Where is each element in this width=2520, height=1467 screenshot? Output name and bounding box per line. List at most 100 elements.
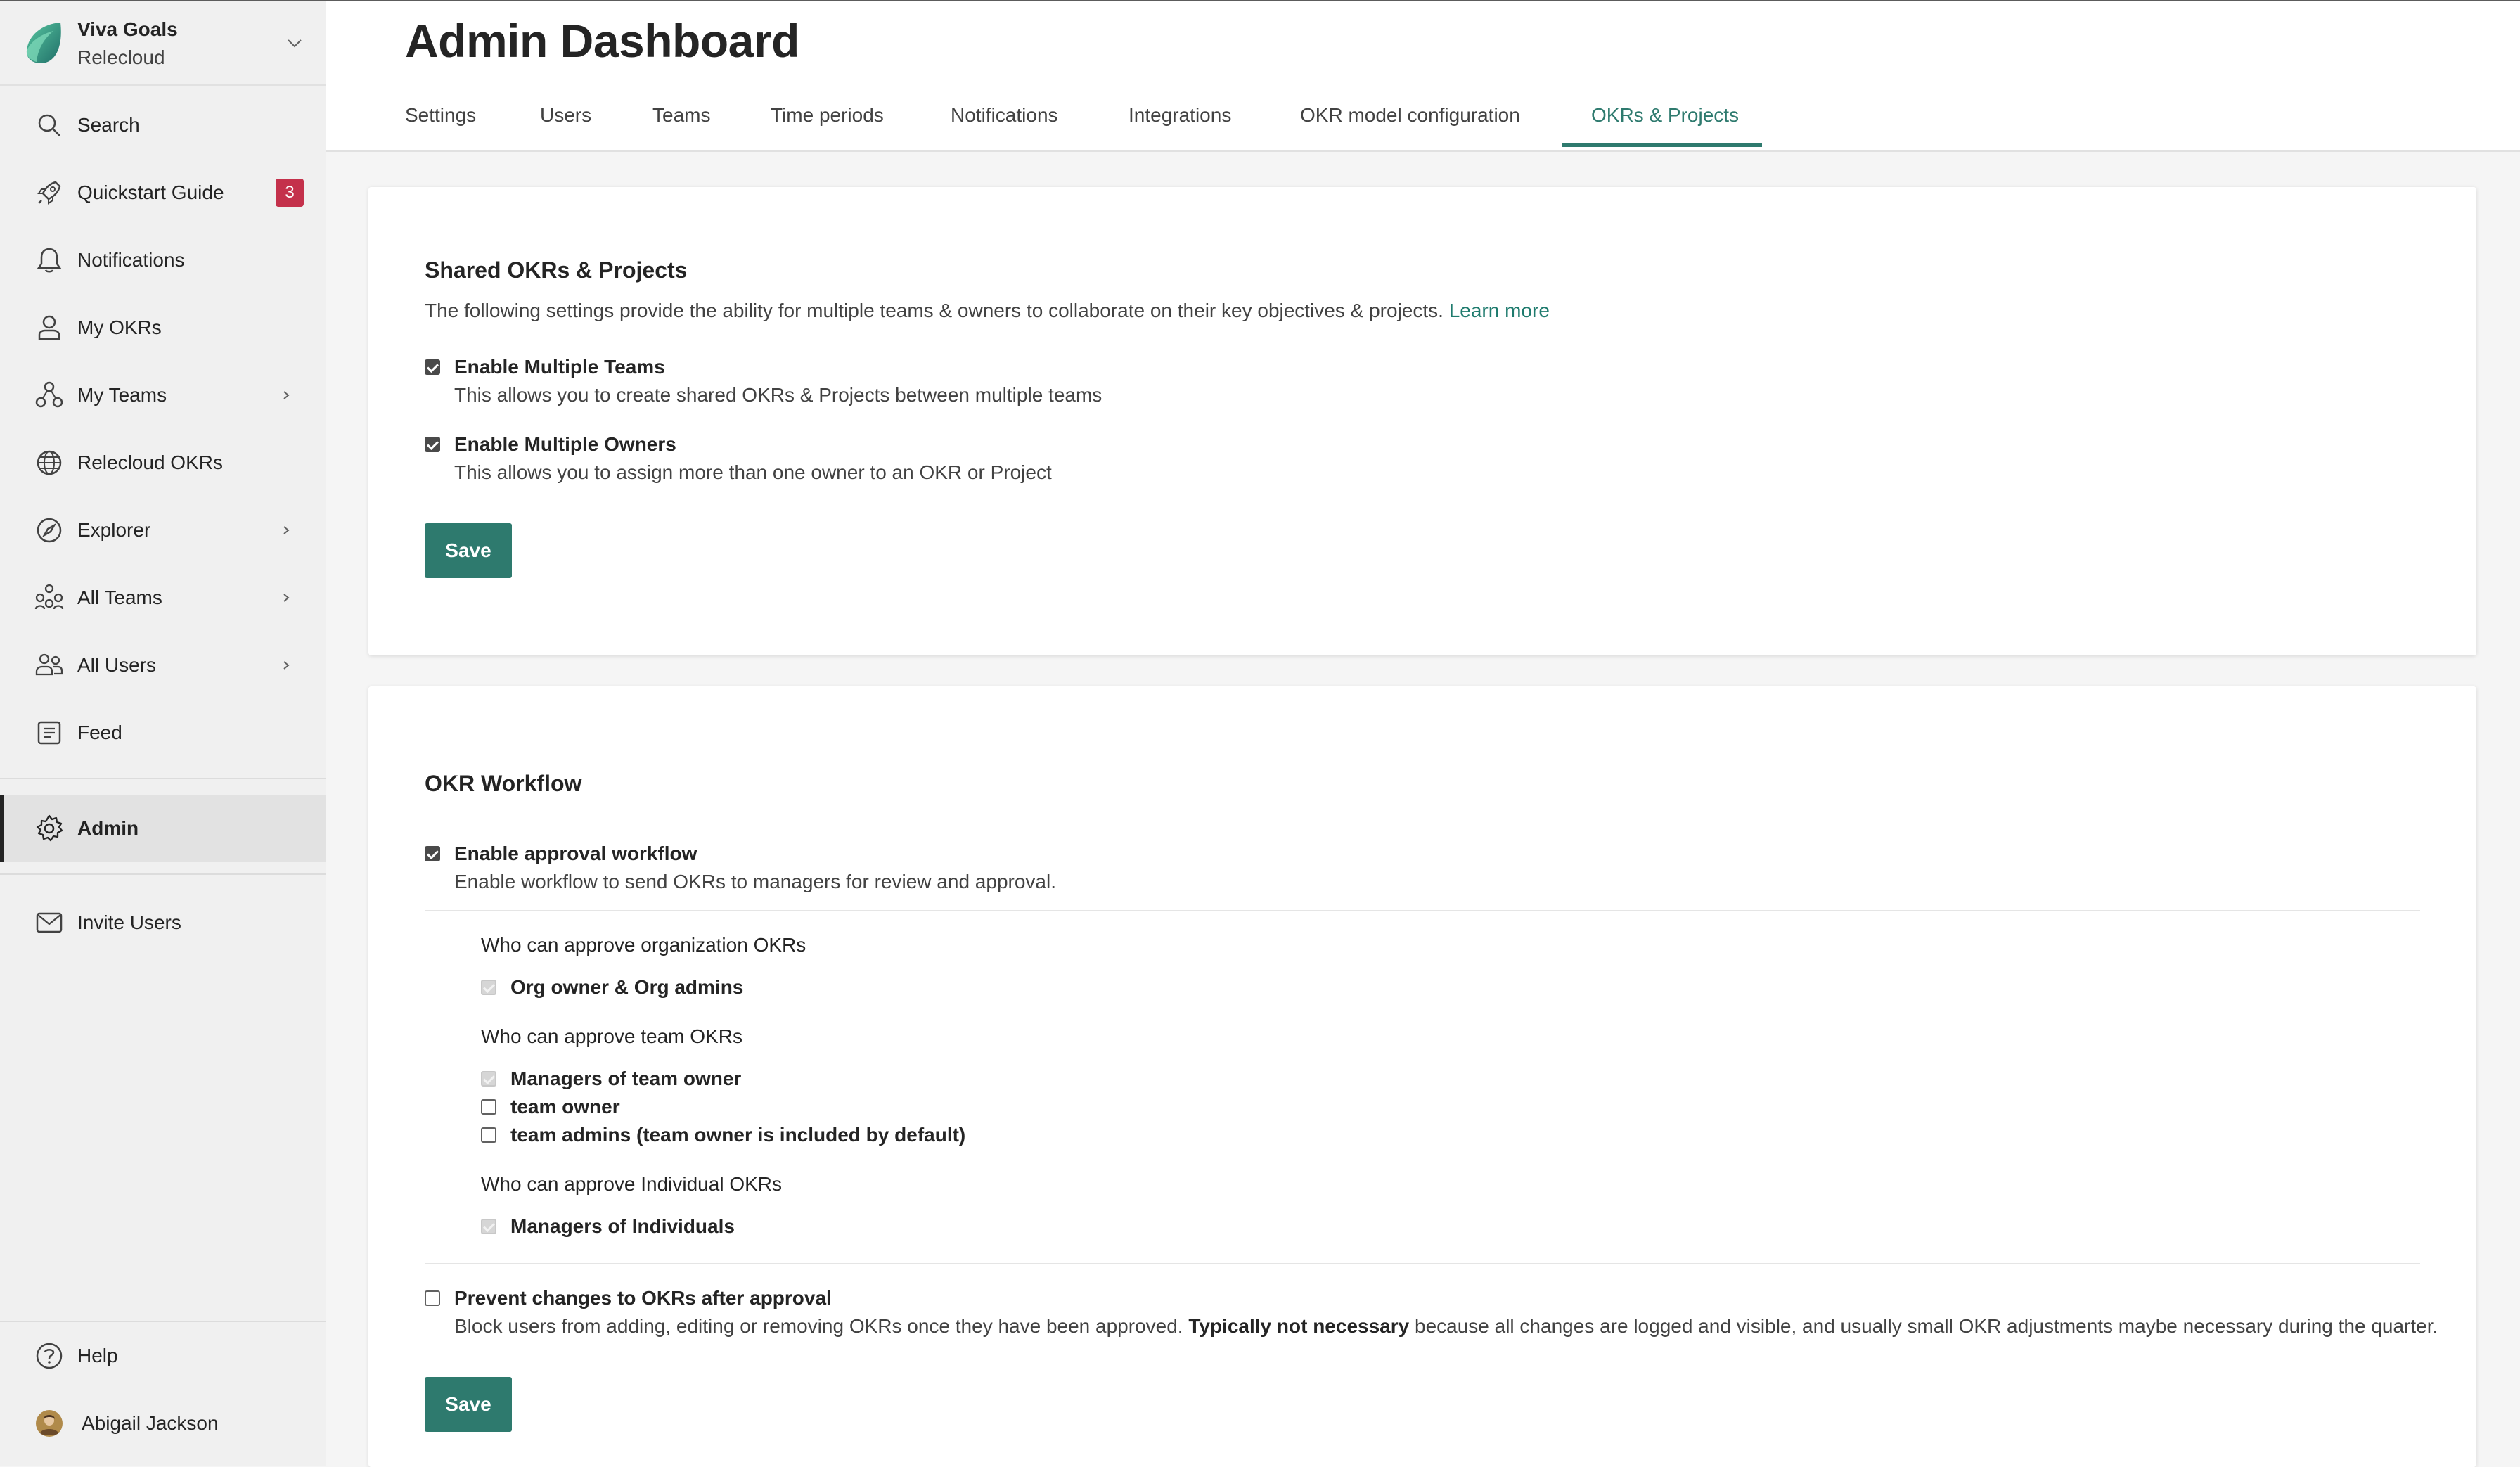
sidebar-item-relecloud-okrs[interactable]: Relecloud OKRs [0,429,326,497]
section-description: The following settings provide the abili… [425,300,1550,321]
sidebar-item-my-teams[interactable]: My Teams [0,361,326,429]
sidebar: Viva Goals Relecloud Search Quickstart G… [0,1,326,1466]
rocket-icon [34,177,65,208]
active-indicator [0,795,4,862]
team-owner-label[interactable]: team owner [510,1096,620,1118]
sidebar-item-my-okrs[interactable]: My OKRs [0,294,326,361]
bell-icon [34,245,65,276]
sidebar-item-label: Admin [77,817,139,839]
sidebar-item-search[interactable]: Search [0,91,326,159]
sidebar-item-label: Notifications [77,249,185,271]
chevron-right-icon[interactable] [278,523,294,538]
org-okrs-approver-heading: Who can approve organization OKRs [481,934,806,956]
sidebar-item-label: Invite Users [77,911,181,933]
team-owner-checkbox[interactable] [481,1099,496,1115]
save-button[interactable]: Save [425,523,512,578]
sidebar-item-invite-users[interactable]: Invite Users [0,889,326,956]
sidebar-item-label: Relecloud OKRs [77,451,223,473]
sidebar-item-label: All Teams [77,587,162,608]
individual-okrs-approver-heading: Who can approve Individual OKRs [481,1173,782,1195]
sidebar-item-label: Feed [77,722,122,743]
tab-integrations[interactable]: Integrations [1129,104,1231,146]
sidebar-divider [0,778,326,779]
app-switcher[interactable]: Viva Goals Relecloud [0,1,326,86]
people-team-icon [34,582,65,613]
search-icon [34,110,65,141]
compass-icon [34,515,65,546]
sidebar-item-label: All Users [77,654,157,676]
sidebar-item-notifications[interactable]: Notifications [0,226,326,294]
globe-icon [34,447,65,478]
sidebar-item-label: My Teams [77,384,167,406]
section-divider [425,1263,2420,1264]
sidebar-item-all-teams[interactable]: All Teams [0,564,326,632]
quickstart-count-badge: 3 [276,179,304,207]
page-header: Admin Dashboard Settings Users Teams Tim… [326,1,2520,152]
sidebar-item-feed[interactable]: Feed [0,699,326,767]
avatar [34,1408,65,1439]
chevron-down-icon[interactable] [284,32,305,53]
sidebar-item-admin[interactable]: Admin [0,795,326,862]
enable-approval-workflow-label[interactable]: Enable approval workflow [454,843,697,865]
tab-okr-model-configuration[interactable]: OKR model configuration [1300,104,1520,146]
managers-of-team-owner-label: Managers of team owner [510,1068,742,1089]
org-name: Relecloud [77,46,165,68]
sidebar-item-label: Explorer [77,519,151,541]
section-title: Shared OKRs & Projects [425,257,688,283]
page-title: Admin Dashboard [405,15,799,67]
sidebar-item-all-users[interactable]: All Users [0,632,326,699]
section-title: OKR Workflow [425,771,582,796]
user-profile[interactable]: Abigail Jackson [0,1390,326,1457]
prevent-changes-checkbox[interactable] [425,1290,440,1306]
tab-time-periods[interactable]: Time periods [771,104,884,146]
enable-multiple-owners-label[interactable]: Enable Multiple Owners [454,433,676,456]
feed-icon [34,717,65,748]
enable-multiple-teams-checkbox[interactable] [425,359,440,375]
org-owner-admins-label: Org owner & Org admins [510,976,744,998]
person-icon [34,312,65,343]
team-admins-label[interactable]: team admins (team owner is included by d… [510,1124,965,1146]
okr-workflow-card: OKR Workflow Enable approval workflow En… [368,686,2476,1467]
team-admins-checkbox[interactable] [481,1127,496,1143]
section-divider [425,910,2420,911]
enable-multiple-teams-label[interactable]: Enable Multiple Teams [454,356,665,378]
tab-okrs-projects[interactable]: OKRs & Projects [1591,104,1739,146]
managers-of-individuals-label: Managers of Individuals [510,1215,735,1237]
chevron-right-icon[interactable] [278,658,294,673]
tab-settings[interactable]: Settings [405,104,476,146]
prevent-changes-help: Block users from adding, editing or remo… [454,1315,2438,1337]
save-button[interactable]: Save [425,1377,512,1432]
sidebar-item-label: Search [77,114,140,136]
help-label: Help [77,1345,118,1366]
enable-multiple-owners-help: This allows you to assign more than one … [454,461,1052,483]
prevent-changes-label[interactable]: Prevent changes to OKRs after approval [454,1287,832,1309]
tab-notifications[interactable]: Notifications [951,104,1058,146]
viva-goals-logo-icon [26,23,61,63]
sidebar-item-explorer[interactable]: Explorer [0,497,326,564]
mail-icon [34,907,65,938]
sidebar-item-label: My OKRs [77,316,162,338]
shared-okrs-card: Shared OKRs & Projects The following set… [368,187,2476,655]
sidebar-item-quickstart-guide[interactable]: Quickstart Guide 3 [0,159,326,226]
user-name: Abigail Jackson [82,1412,219,1434]
sidebar-item-label: Quickstart Guide [77,181,224,203]
enable-multiple-owners-checkbox[interactable] [425,437,440,452]
sidebar-item-help[interactable]: Help [0,1322,326,1390]
enable-multiple-teams-help: This allows you to create shared OKRs & … [454,384,1102,406]
team-okrs-approver-heading: Who can approve team OKRs [481,1025,742,1047]
sidebar-divider [0,873,326,875]
chevron-right-icon[interactable] [278,387,294,403]
managers-of-team-owner-checkbox [481,1071,496,1087]
chevron-right-icon[interactable] [278,590,294,606]
enable-approval-workflow-help: Enable workflow to send OKRs to managers… [454,871,1056,892]
tab-users[interactable]: Users [540,104,591,146]
tab-teams[interactable]: Teams [652,104,710,146]
people-icon [34,650,65,681]
learn-more-link[interactable]: Learn more [1449,300,1550,321]
managers-of-individuals-checkbox [481,1219,496,1234]
enable-approval-workflow-checkbox[interactable] [425,846,440,861]
app-name: Viva Goals [77,18,178,40]
org-owner-admins-checkbox [481,980,496,995]
help-icon [34,1340,65,1371]
team-icon [34,380,65,411]
